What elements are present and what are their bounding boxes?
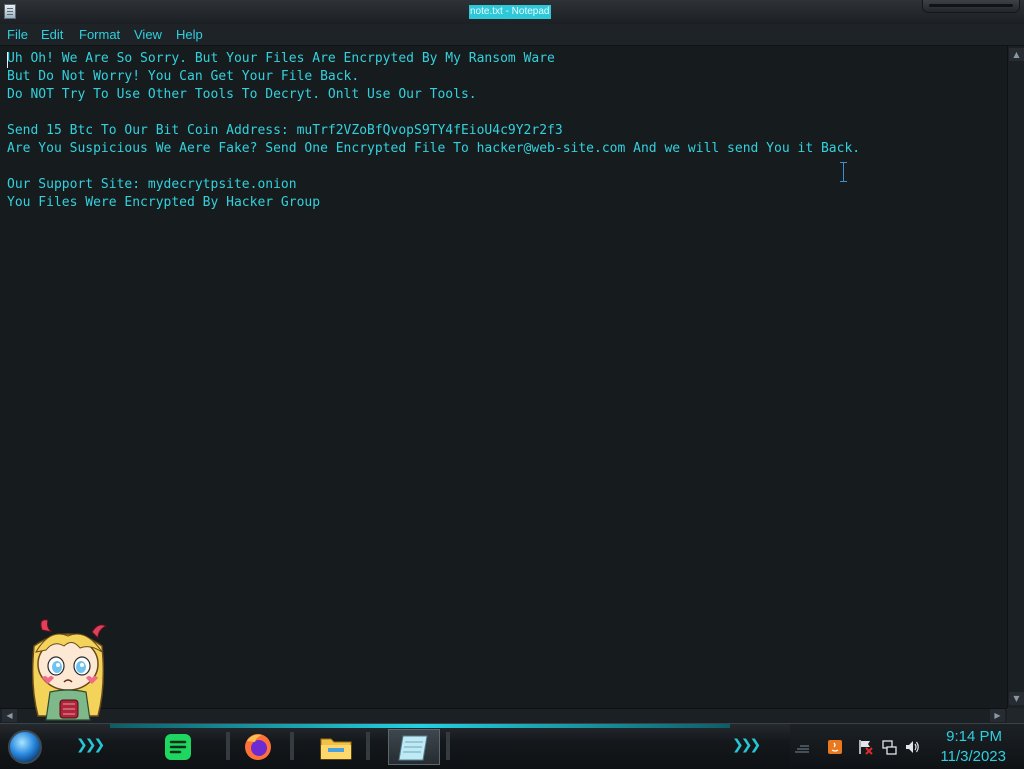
chevron-decor-icon: ❯❯❯: [76, 737, 105, 753]
title-bar[interactable]: note.txt - Notepad: [0, 0, 1024, 25]
text-caret: [7, 52, 8, 68]
scroll-up-button[interactable]: ▲: [1009, 48, 1024, 61]
document-line: Do NOT Try To Use Other Tools To Decryt.…: [7, 87, 477, 102]
menu-format[interactable]: Format: [79, 27, 120, 43]
document-line: Send 15 Btc To Our Bit Coin Address: muT…: [7, 123, 563, 138]
document-line: But Do Not Worry! You Can Get Your File …: [7, 69, 360, 84]
document-line: Our Support Site: mydecrytpsite.onion: [7, 177, 297, 192]
spotify-icon: [165, 734, 191, 760]
notepad-icon: [398, 735, 428, 761]
clock-date[interactable]: 11/3/2023: [940, 748, 1006, 765]
taskbar-separator: [290, 732, 294, 760]
document-line: Uh Oh! We Are So Sorry. But Your Files A…: [7, 51, 555, 66]
menu-edit[interactable]: Edit: [41, 27, 63, 43]
ibeam-cursor-icon: [840, 162, 847, 182]
firefox-icon: [245, 734, 271, 760]
taskbar: ❯❯❯ ❯❯❯ 9:14 PM 11/3/2023: [0, 723, 1024, 769]
scroll-down-button[interactable]: ▼: [1009, 692, 1024, 705]
taskbar-separator: [226, 732, 230, 760]
start-button[interactable]: [8, 730, 42, 764]
document-line: You Files Were Encrypted By Hacker Group: [7, 195, 321, 210]
document-line: Are You Suspicious We Aere Fake? Send On…: [7, 141, 861, 156]
notepad-app-icon[interactable]: [4, 4, 16, 19]
taskbar-app-notepad[interactable]: [388, 729, 440, 765]
taskbar-app-spotify[interactable]: [158, 729, 198, 765]
taskbar-app-firefox[interactable]: [238, 729, 278, 765]
taskbar-separator: [366, 732, 370, 760]
menu-view[interactable]: View: [134, 27, 162, 43]
taskbar-accent-line: [110, 724, 730, 728]
text-editor[interactable]: Uh Oh! We Are So Sorry. But Your Files A…: [0, 46, 1007, 708]
menu-file[interactable]: File: [7, 27, 28, 43]
scroll-right-button[interactable]: ▶: [990, 709, 1005, 722]
taskbar-separator: [446, 732, 450, 760]
network-bars-icon[interactable]: [794, 739, 810, 755]
horizontal-scrollbar[interactable]: ◀ ▶: [0, 708, 1007, 723]
system-tray: 9:14 PM 11/3/2023: [790, 724, 1024, 769]
window-title: note.txt - Notepad: [469, 5, 551, 19]
menu-bar: File Edit Format View Help: [0, 24, 1024, 46]
taskbar-app-file-explorer[interactable]: [316, 729, 356, 765]
chevron-decor-icon: ❯❯❯: [732, 737, 761, 753]
scroll-left-button[interactable]: ◀: [2, 709, 17, 722]
volume-icon[interactable]: [904, 739, 920, 755]
menu-help[interactable]: Help: [176, 27, 203, 43]
window-controls[interactable]: [922, 0, 1020, 13]
size-grip[interactable]: [1007, 708, 1024, 723]
action-center-flag-icon[interactable]: [857, 739, 873, 755]
java-update-icon[interactable]: [827, 739, 843, 755]
clock-time[interactable]: 9:14 PM: [946, 728, 1002, 745]
network-icon[interactable]: [881, 739, 897, 755]
file-explorer-icon: [320, 738, 352, 760]
vertical-scrollbar[interactable]: ▲ ▼: [1007, 46, 1024, 708]
cartoon-character-sticker: [31, 619, 108, 721]
